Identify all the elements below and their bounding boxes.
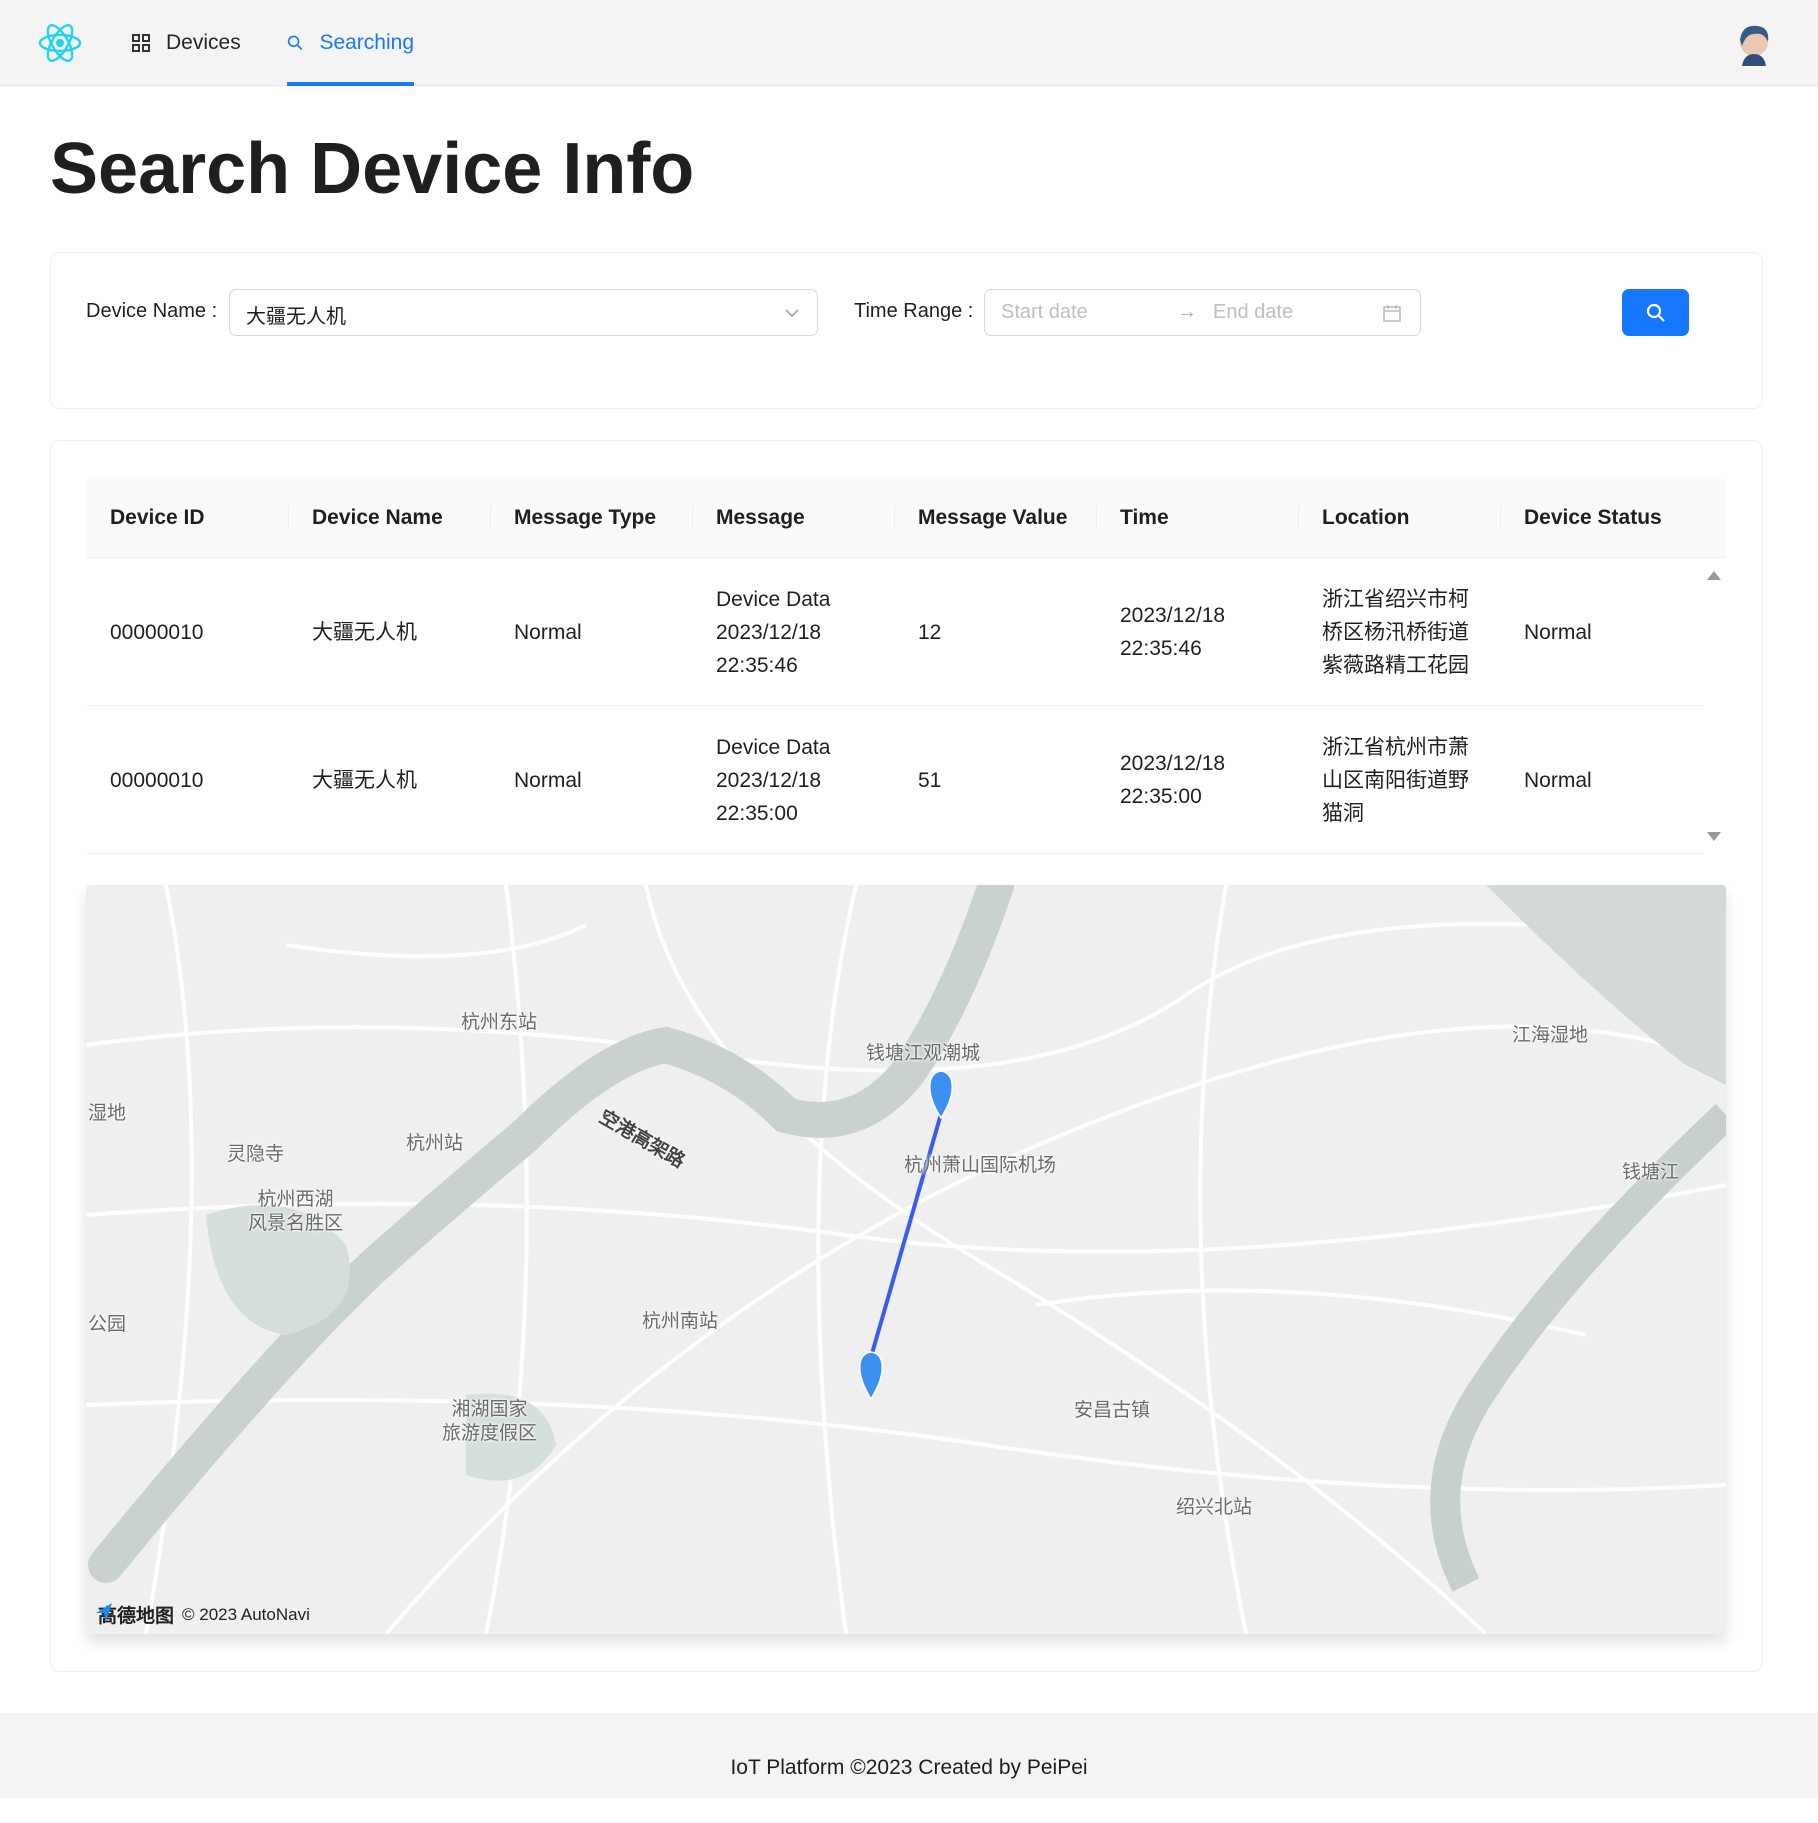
col-location: Location (1298, 477, 1410, 558)
map-marker-start (929, 1070, 953, 1120)
device-name-label: Device Name : (86, 300, 218, 322)
map-label: 钱塘江观潮城 (866, 1043, 981, 1064)
amap-logo-icon (96, 1603, 112, 1621)
cell-device-status: Normal (1524, 620, 1592, 644)
map-label: 钱塘江 (1622, 1162, 1680, 1183)
col-device-id: Device ID (110, 506, 205, 529)
footer-text: IoT Platform ©2023 Created by PeiPei (730, 1756, 1088, 1779)
cell-message-value: 12 (918, 620, 942, 644)
col-message: Message (692, 477, 805, 558)
calendar-icon (1383, 305, 1401, 322)
map-base-layer (86, 885, 1726, 1634)
cell-message: Device Data 2023/12/18 22:35:00 (716, 735, 831, 825)
map-label: 湘湖国家 旅游度假区 (442, 1399, 538, 1444)
map-label: 灵隐寺 (227, 1144, 285, 1165)
col-time: Time (1096, 477, 1169, 558)
cell-device-name: 大疆无人机 (312, 620, 417, 644)
map-label: 江海湿地 (1512, 1025, 1589, 1046)
cell-message-value: 51 (918, 768, 942, 792)
cell-device-name: 大疆无人机 (312, 768, 417, 792)
nav-searching-label: Searching (319, 31, 414, 54)
col-device-name: Device Name (288, 477, 443, 558)
nav-devices-label: Devices (166, 31, 241, 54)
col-device-status: Device Status (1500, 477, 1662, 558)
cell-time: 2023/12/18 22:35:00 (1120, 752, 1226, 808)
cell-device-id: 00000010 (110, 620, 204, 644)
scroll-down-arrow-icon[interactable] (1706, 831, 1722, 843)
device-name-value: 大疆无人机 (246, 306, 346, 328)
col-message-type: Message Type (490, 477, 656, 558)
map-copyright: © 2023 AutoNavi (182, 1604, 310, 1624)
chevron-down-icon (785, 309, 799, 318)
nav-devices[interactable]: Devices (132, 0, 241, 86)
cell-device-id: 00000010 (110, 768, 204, 792)
map-label: 杭州萧山国际机场 (904, 1155, 1057, 1176)
col-message-value: Message Value (894, 477, 1067, 558)
react-logo-icon[interactable] (36, 18, 84, 68)
search-icon (287, 35, 303, 51)
time-range-picker[interactable]: Start date → End date (984, 289, 1421, 336)
search-icon (1646, 303, 1665, 322)
map-label: 公园 (88, 1314, 127, 1335)
nav-searching[interactable]: Searching (287, 0, 414, 86)
time-range-label: Time Range : (854, 300, 974, 322)
end-date-input[interactable]: End date (1213, 301, 1293, 324)
cell-message: Device Data 2023/12/18 22:35:46 (716, 587, 831, 677)
footer: IoT Platform ©2023 Created by PeiPei (0, 1713, 1818, 1798)
map-label: 杭州东站 (461, 1012, 538, 1033)
map-label: 湿地 (88, 1103, 127, 1124)
start-date-input[interactable]: Start date (1001, 301, 1088, 324)
map-label: 绍兴北站 (1176, 1497, 1253, 1518)
cell-message-type: Normal (514, 620, 582, 644)
device-track-map[interactable]: 杭州东站 钱塘江观潮城 江海湿地 湿地 灵隐寺 杭州站 空港高架路 杭州萧山国际… (86, 885, 1726, 1634)
arrow-right-icon: → (1177, 301, 1197, 323)
cell-time: 2023/12/18 22:35:46 (1120, 604, 1226, 660)
cell-message-type: Normal (514, 768, 582, 792)
map-label: 杭州南站 (642, 1311, 719, 1332)
cell-location: 浙江省杭州市萧 山区南阳街道野 猫洞 (1322, 735, 1469, 825)
page-title: Search Device Info (50, 129, 695, 209)
table-row[interactable]: 00000010 大疆无人机 Normal Device Data 2023/1… (86, 558, 1704, 706)
cell-location: 浙江省绍兴市柯 桥区杨汛桥街道 紫薇路精工花园 (1322, 587, 1469, 677)
scroll-up-arrow-icon[interactable] (1706, 569, 1722, 581)
user-avatar[interactable] (1734, 22, 1774, 66)
route-line (869, 1113, 943, 1358)
map-marker-end (859, 1351, 883, 1401)
map-attribution: 高德地图 © 2023 AutoNavi (94, 1601, 310, 1628)
table-header: Device ID Device Name Message Type Messa… (86, 477, 1726, 558)
map-label: 安昌古镇 (1074, 1400, 1151, 1421)
table-row[interactable]: 00000010 大疆无人机 Normal Device Data 2023/1… (86, 706, 1704, 854)
map-label: 杭州站 (406, 1133, 464, 1154)
cell-device-status: Normal (1524, 768, 1592, 792)
device-name-select[interactable]: 大疆无人机 (229, 289, 818, 336)
search-button[interactable] (1622, 289, 1689, 336)
map-label: 杭州西湖 风景名胜区 (248, 1189, 344, 1234)
top-nav-bar: Devices Searching (0, 0, 1818, 86)
appstore-icon (132, 34, 150, 52)
